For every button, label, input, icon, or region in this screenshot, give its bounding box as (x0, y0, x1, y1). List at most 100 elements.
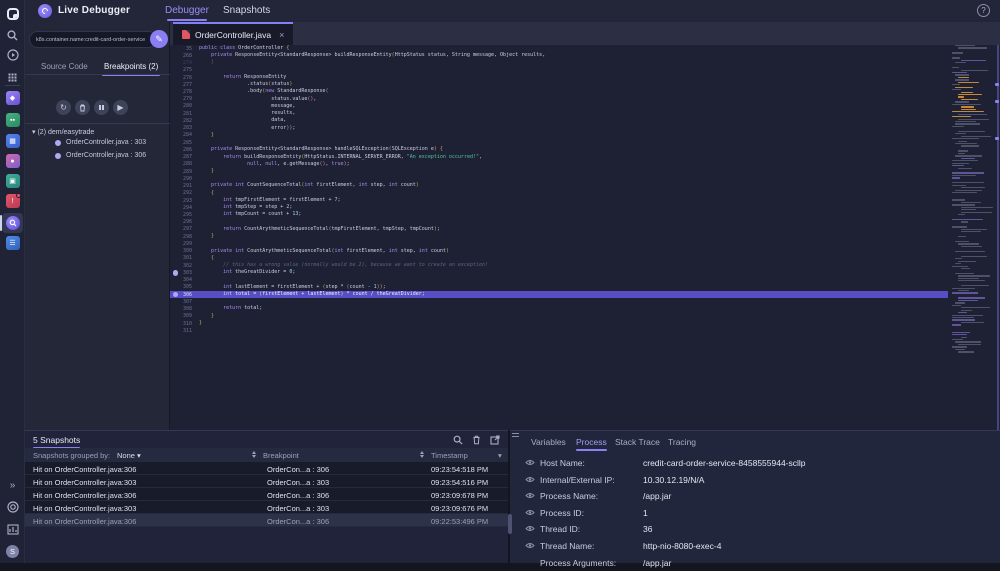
eye-icon[interactable] (525, 459, 535, 466)
line-number[interactable]: 294 (170, 205, 199, 211)
line-number[interactable]: 303 (170, 270, 199, 276)
line-number[interactable]: 308 (170, 306, 199, 312)
tab-variables[interactable]: Variables (531, 437, 566, 447)
line-number[interactable]: 297 (170, 226, 199, 232)
line-number[interactable]: 282 (170, 118, 199, 124)
code-line[interactable]: 287 return buildResponseEntity(HttpStatu… (170, 154, 948, 161)
line-number[interactable]: 310 (170, 321, 199, 327)
expand-icon[interactable]: » (0, 475, 25, 495)
code-line[interactable]: 280 message, (170, 103, 948, 110)
code-line[interactable]: 268 private ResponseEntity<StandardRespo… (170, 52, 948, 59)
line-number[interactable]: 311 (170, 328, 199, 334)
code-line[interactable]: 306 int total = (firstElement + lastElem… (170, 291, 948, 298)
code-line[interactable]: 292 { (170, 190, 948, 197)
tab-source-code[interactable]: Source Code (39, 58, 90, 75)
line-number[interactable]: 287 (170, 154, 199, 160)
column-timestamp[interactable]: Timestamp (431, 451, 468, 460)
line-number[interactable]: 298 (170, 234, 199, 240)
open-in-new-icon[interactable] (490, 435, 500, 445)
line-number[interactable]: 277 (170, 82, 199, 88)
search-snapshots-icon[interactable] (453, 435, 463, 445)
code-line[interactable]: 278 .body(new StandardResponse( (170, 88, 948, 95)
code-line[interactable]: 275 (170, 67, 948, 74)
column-breakpoint[interactable]: Breakpoint (263, 451, 299, 460)
line-number[interactable]: 299 (170, 241, 199, 247)
code-lines[interactable]: 35public class OrderController {268 priv… (170, 45, 948, 334)
code-line[interactable]: 290 (170, 175, 948, 182)
minimap[interactable] (950, 45, 994, 375)
service-filter-input[interactable] (29, 31, 157, 48)
line-number[interactable]: 286 (170, 147, 199, 153)
line-number[interactable]: 281 (170, 111, 199, 117)
help-icon[interactable]: ? (977, 4, 990, 17)
line-number[interactable]: 290 (170, 176, 199, 182)
resume-breakpoints-button[interactable]: ▶ (113, 100, 128, 115)
code-line[interactable]: 303 int theGreatDivider = 0; (170, 269, 948, 276)
line-number[interactable]: 305 (170, 284, 199, 290)
live-debugger-icon[interactable] (0, 212, 25, 234)
services-cube-icon[interactable]: ◆ (0, 88, 25, 108)
line-number[interactable]: 35 (170, 46, 199, 52)
tab-debugger[interactable]: Debugger (165, 5, 209, 16)
code-line[interactable]: 281 results, (170, 110, 948, 117)
eye-icon[interactable] (525, 509, 535, 516)
tab-stack-trace[interactable]: Stack Trace (615, 437, 660, 447)
line-number[interactable]: 293 (170, 198, 199, 204)
line-number[interactable]: 278 (170, 89, 199, 95)
metrics-icon[interactable] (0, 519, 25, 539)
charts-icon[interactable]: ▪▪ (0, 110, 25, 130)
workflows-icon[interactable]: ▣ (0, 171, 25, 191)
panel-grip[interactable] (512, 433, 519, 437)
delete-snapshots-icon[interactable] (472, 435, 481, 445)
snapshots-count-tab[interactable]: 5 Snapshots (33, 435, 80, 448)
code-line[interactable]: 304 (170, 277, 948, 284)
code-line[interactable]: 291 private int CountSequenceTotal(int f… (170, 182, 948, 189)
sort-breakpoint-icon[interactable] (252, 451, 256, 458)
code-line[interactable]: 309 } (170, 313, 948, 320)
notebooks-icon[interactable]: ● (0, 151, 25, 171)
code-line[interactable]: 289 } (170, 168, 948, 175)
line-number[interactable]: 268 (170, 53, 199, 59)
line-number[interactable]: 309 (170, 313, 199, 319)
pause-breakpoints-button[interactable] (94, 100, 109, 115)
code-line[interactable]: 299 (170, 240, 948, 247)
line-number[interactable]: 283 (170, 125, 199, 131)
breakpoint-dot-icon[interactable] (173, 270, 178, 275)
line-number[interactable]: 289 (170, 169, 199, 175)
code-line[interactable]: 297 return CountArythmeticSequenceTotal(… (170, 226, 948, 233)
code-line[interactable]: 298 } (170, 233, 948, 240)
code-line[interactable]: 288 null, null, e.getMessage(), true); (170, 161, 948, 168)
avatar-badge[interactable]: S (0, 541, 25, 561)
tab-tracing[interactable]: Tracing (668, 437, 696, 447)
data-layers-icon[interactable]: ☰ (0, 233, 25, 253)
run-play-icon[interactable] (0, 45, 25, 65)
snapshot-row[interactable]: Hit on OrderController.java:306OrderCon.… (25, 462, 508, 475)
apps-grid-icon[interactable] (0, 67, 25, 87)
sort-timestamp-icon[interactable] (420, 451, 424, 458)
line-number[interactable]: 288 (170, 161, 199, 167)
line-number[interactable]: 280 (170, 103, 199, 109)
code-line[interactable]: 302 // this has a wrong value (normally … (170, 262, 948, 269)
tab-breakpoints[interactable]: Breakpoints (2) (102, 58, 160, 75)
grouped-by-dropdown[interactable]: None ▾ (117, 451, 141, 460)
eye-icon[interactable] (525, 542, 535, 549)
line-number[interactable]: 301 (170, 255, 199, 261)
line-number[interactable]: 307 (170, 299, 199, 305)
snapshot-row[interactable]: Hit on OrderController.java:303OrderCon.… (25, 475, 508, 488)
filter-caret-icon[interactable]: ▾ (498, 451, 502, 460)
breakpoint-item[interactable]: OrderController.java : 306 (55, 152, 146, 159)
code-line[interactable]: 283 error)); (170, 125, 948, 132)
code-line[interactable]: 279 status.value(), (170, 96, 948, 103)
brand-logo-icon[interactable] (0, 4, 25, 24)
snapshot-row[interactable]: Hit on OrderController.java:303OrderCon.… (25, 501, 508, 514)
code-line[interactable]: 294 int tmpStep = step + 2; (170, 204, 948, 211)
line-number[interactable]: 302 (170, 263, 199, 269)
line-number[interactable]: 300 (170, 248, 199, 254)
support-ring-icon[interactable] (0, 497, 25, 517)
code-line[interactable]: 310} (170, 320, 948, 327)
search-icon[interactable] (0, 25, 25, 45)
eye-icon[interactable] (525, 525, 535, 532)
code-line[interactable]: 300 private int CountArythmeticSequenceT… (170, 248, 948, 255)
eye-icon[interactable] (525, 492, 535, 499)
line-number[interactable]: 296 (170, 219, 199, 225)
